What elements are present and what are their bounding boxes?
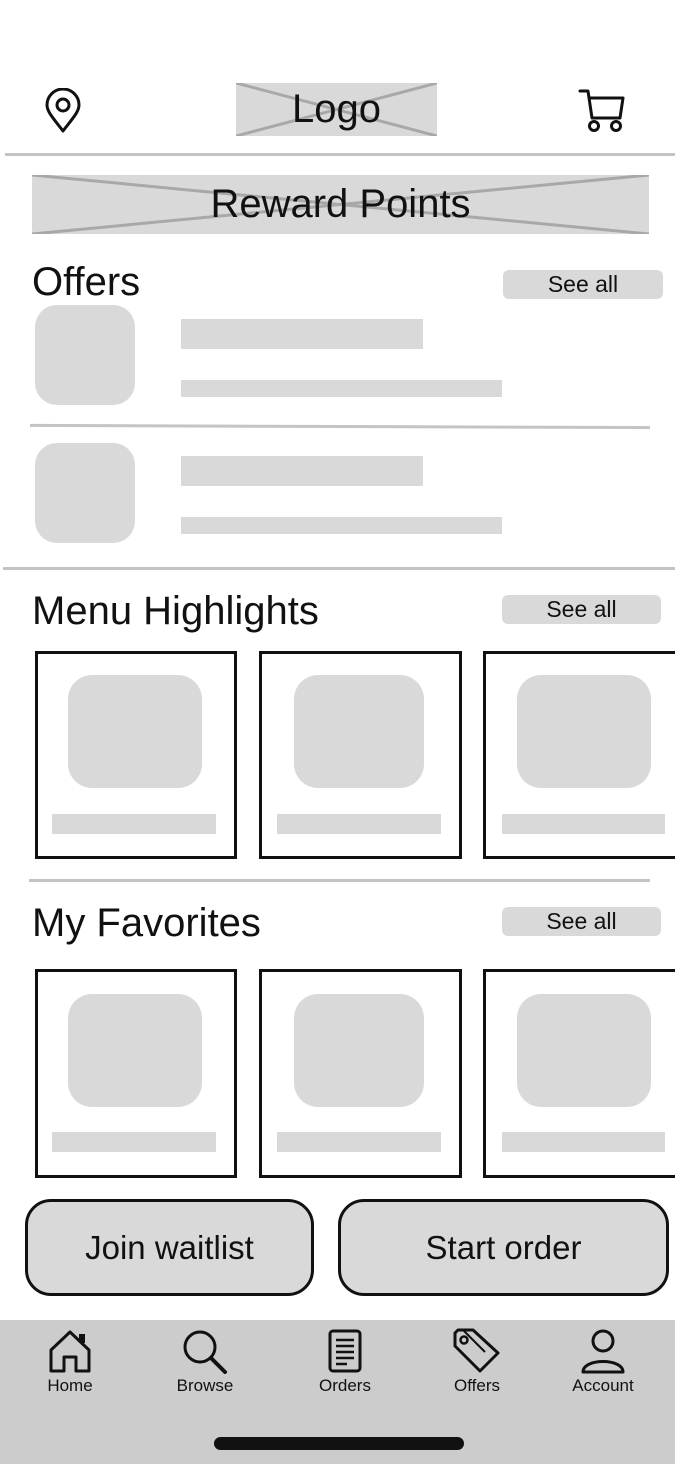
favorite-item-image [517, 994, 651, 1107]
offer-item[interactable] [33, 304, 653, 409]
join-waitlist-button[interactable]: Join waitlist [25, 1199, 314, 1296]
favorite-item-caption [502, 1132, 665, 1152]
document-icon [328, 1329, 362, 1373]
menu-item-image [68, 675, 202, 788]
menu-highlights-title: Menu Highlights [32, 589, 319, 633]
favorites-title: My Favorites [32, 901, 261, 945]
offer-thumbnail [35, 443, 135, 543]
location-pin-icon[interactable] [44, 87, 82, 134]
tab-orders-label: Orders [319, 1376, 371, 1395]
reward-points-banner[interactable]: Reward Points [32, 175, 649, 234]
favorite-item-card[interactable] [259, 969, 462, 1178]
search-icon [183, 1330, 227, 1374]
favorite-item-image [68, 994, 202, 1107]
offer-title-placeholder [181, 456, 423, 486]
start-order-button[interactable]: Start order [338, 1199, 669, 1296]
tag-icon [453, 1328, 500, 1373]
tab-orders[interactable]: Orders [290, 1320, 400, 1410]
tab-account-label: Account [572, 1376, 634, 1395]
header-divider [5, 153, 675, 156]
offer-title-placeholder [181, 319, 423, 349]
favorite-item-image [294, 994, 424, 1107]
offer-subtitle-placeholder [181, 517, 502, 534]
tab-offers[interactable]: Offers [422, 1320, 532, 1410]
menu-item-card[interactable] [35, 651, 237, 859]
tab-home[interactable]: Home [15, 1320, 125, 1410]
menu-item-card[interactable] [259, 651, 462, 859]
tab-browse[interactable]: Browse [150, 1320, 260, 1410]
section-divider [29, 879, 650, 882]
favorite-item-caption [277, 1132, 441, 1152]
offers-title: Offers [32, 260, 141, 304]
logo-placeholder: Logo [236, 83, 437, 136]
menu-highlights-see-all-button[interactable]: See all [502, 595, 661, 624]
tab-account[interactable]: Account [548, 1320, 658, 1410]
menu-item-caption [277, 814, 441, 834]
offer-divider [29, 423, 651, 430]
menu-item-image [517, 675, 651, 788]
tab-browse-label: Browse [176, 1376, 234, 1395]
offer-item[interactable] [33, 442, 653, 547]
favorite-item-caption [52, 1132, 216, 1152]
favorites-see-all-button[interactable]: See all [502, 907, 661, 936]
reward-points-label: Reward Points [210, 182, 471, 226]
section-divider [3, 567, 675, 570]
offer-thumbnail [35, 305, 135, 405]
shopping-cart-icon[interactable] [578, 88, 626, 134]
offer-subtitle-placeholder [181, 380, 502, 397]
tab-offers-label: Offers [454, 1376, 500, 1395]
home-icon [49, 1330, 91, 1373]
person-icon [581, 1329, 625, 1374]
tab-home-label: Home [47, 1376, 93, 1395]
menu-item-caption [502, 814, 665, 834]
offers-see-all-button[interactable]: See all [503, 270, 663, 299]
home-indicator[interactable] [214, 1437, 464, 1450]
logo-text: Logo [292, 87, 381, 131]
menu-item-caption [52, 814, 216, 834]
favorite-item-card[interactable] [483, 969, 675, 1178]
menu-item-card[interactable] [483, 651, 675, 859]
favorite-item-card[interactable] [35, 969, 237, 1178]
menu-item-image [294, 675, 424, 788]
